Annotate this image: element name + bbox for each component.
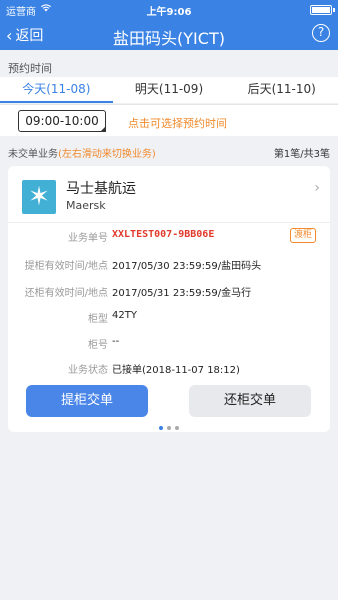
battery-icon [310, 5, 332, 15]
pickup-submit-button[interactable]: 提柜交单 [26, 385, 148, 417]
page-dot-1[interactable] [159, 426, 163, 430]
pickup-value: 2017/05/30 23:59:59/盐田码头 [112, 261, 262, 272]
status-bar: 运营商 上午9:06 [0, 0, 338, 20]
biz-type-badge: 渡柜 [289, 228, 316, 243]
pickup-row: 提柜有效时间/地点 2017/05/30 23:59:59/盐田码头 [8, 257, 330, 273]
dropdown-corner-icon [100, 126, 106, 132]
biz-no-label: 业务单号 [68, 233, 108, 244]
time-slot-hint: 点击可选择预约时间 [128, 117, 227, 130]
company-name-en: Maersk [66, 199, 106, 212]
time-slot-value: 09:00-10:00 [25, 114, 99, 128]
pagination: 第1笔/共3笔 [273, 149, 330, 160]
tab-day-after[interactable]: 后天(11-10) [225, 77, 338, 103]
return-value: 2017/05/31 23:59:59/金马行 [112, 288, 252, 299]
page-indicator [0, 426, 338, 430]
container-type-value: 42TY [112, 310, 137, 321]
return-submit-button[interactable]: 还柜交单 [189, 385, 311, 417]
page-title: 盐田码头(YICT) [113, 29, 225, 48]
container-type-label: 柜型 [88, 314, 108, 325]
container-no-row: 柜号 -- [8, 336, 330, 352]
tab-tomorrow[interactable]: 明天(11-09) [113, 77, 226, 103]
company-name: 马士基航运 [66, 181, 136, 197]
business-card[interactable]: ✶ 马士基航运 Maersk › 业务单号 XXLTEST007-9BB06E … [8, 166, 330, 432]
biz-no-value: XXLTEST007-9BB06E [112, 229, 215, 240]
return-label: 还柜有效时间/地点 [24, 288, 108, 299]
status-row: 业务状态 已接单(2018-11-07 18:12) [8, 361, 330, 377]
nav-bar: ‹ 返回 盐田码头(YICT) ? [0, 20, 338, 50]
tab-today[interactable]: 今天(11-08) [0, 77, 113, 103]
container-no-value: -- [112, 336, 120, 347]
biz-no-row: 业务单号 XXLTEST007-9BB06E 渡柜 [8, 228, 330, 245]
return-row: 还柜有效时间/地点 2017/05/31 23:59:59/金马行 [8, 284, 330, 300]
page-dot-2[interactable] [167, 426, 171, 430]
container-type-row: 柜型 42TY [8, 310, 330, 326]
pending-label: 未交单业务(左右滑动来切换业务) [8, 145, 156, 160]
question-circle-icon[interactable]: ? [312, 24, 330, 42]
battery-tip [333, 8, 335, 12]
status-value: 已接单(2018-11-07 18:12) [112, 365, 240, 376]
appointment-section-label: 预约时间 [8, 62, 52, 75]
card-divider [8, 222, 330, 223]
status-label: 业务状态 [68, 365, 108, 376]
time-slot-select[interactable]: 09:00-10:00 [18, 110, 106, 132]
page-dot-3[interactable] [175, 426, 179, 430]
pending-header: 未交单业务(左右滑动来切换业务) 第1笔/共3笔 [0, 143, 338, 160]
time-slot-row: 09:00-10:00 点击可选择预约时间 [0, 104, 338, 136]
pickup-label: 提柜有效时间/地点 [24, 261, 108, 272]
chevron-right-icon[interactable]: › [314, 180, 320, 196]
maersk-star-icon: ✶ [22, 180, 56, 214]
container-no-label: 柜号 [88, 340, 108, 351]
day-tabs: 今天(11-08) 明天(11-09) 后天(11-10) [0, 77, 338, 103]
pending-hint: (左右滑动来切换业务) [58, 149, 156, 160]
pending-title: 未交单业务 [8, 149, 58, 160]
clock: 上午9:06 [146, 7, 192, 18]
